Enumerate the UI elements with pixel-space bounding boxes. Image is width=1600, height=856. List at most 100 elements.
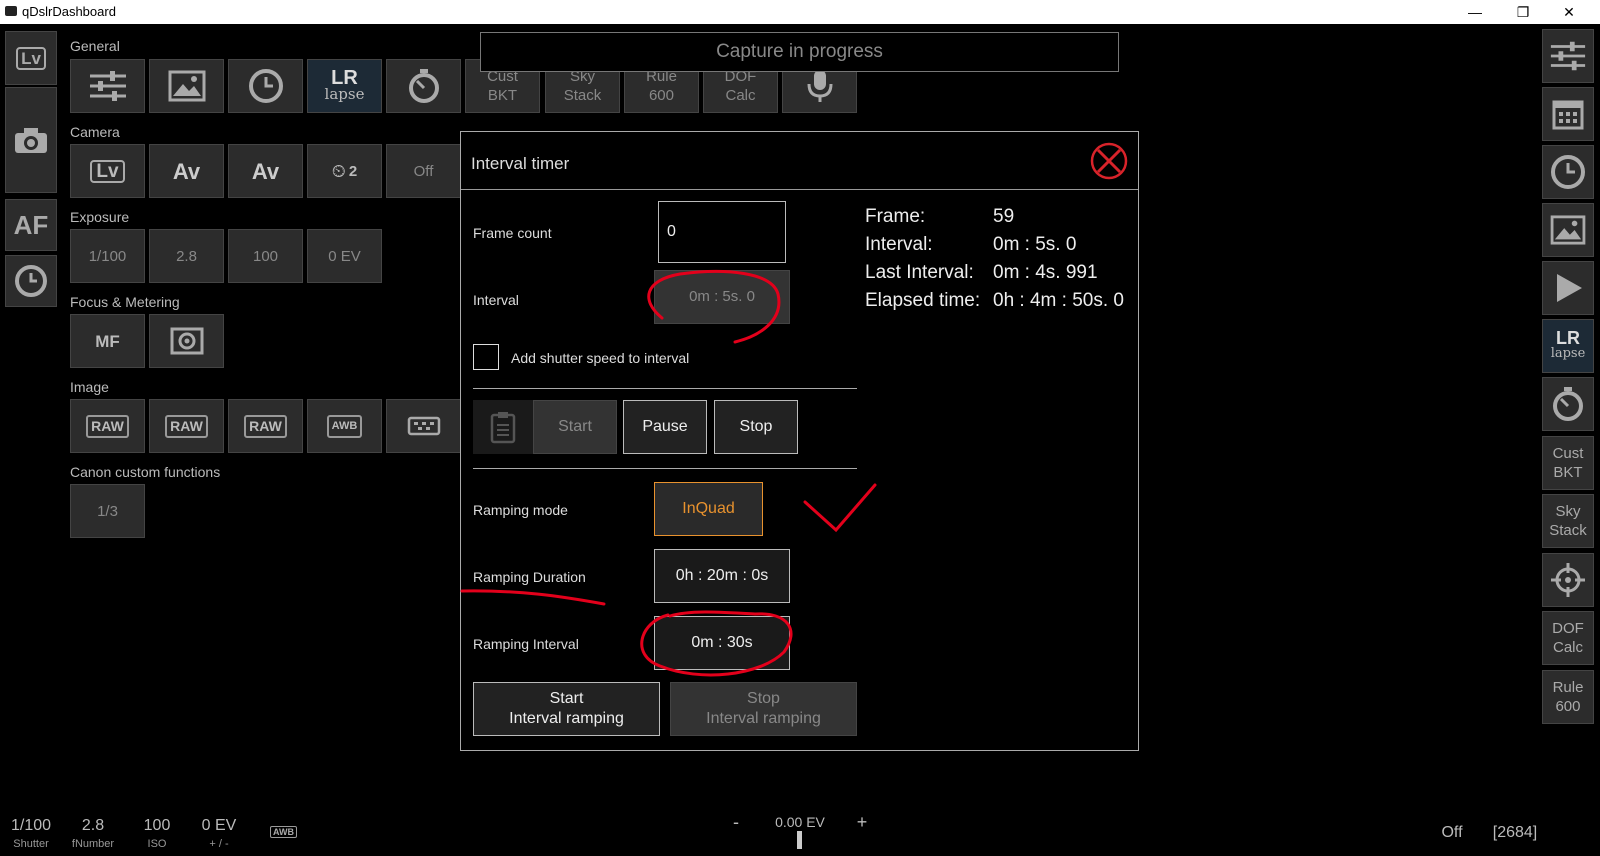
restore-button[interactable]: ❐ <box>1500 0 1546 24</box>
info-last-interval-value: 0m : 4s. 991 <box>993 262 1098 283</box>
crosshair-icon <box>1551 563 1585 597</box>
camera-liveview-button[interactable]: Lv <box>70 144 145 198</box>
interval-value-button[interactable]: 0m : 5s. 0 <box>654 270 790 324</box>
raw-icon: RAW <box>244 414 287 438</box>
image-picture-style-button[interactable] <box>386 399 461 453</box>
rail-focus-target-button[interactable] <box>1542 553 1594 607</box>
ramping-mode-label: Ramping mode <box>473 502 568 518</box>
ev-decrease-button[interactable]: - <box>728 812 744 833</box>
ramping-duration-label: Ramping Duration <box>473 569 586 585</box>
start-button[interactable]: Start <box>533 400 617 454</box>
dialog-title: Interval timer <box>471 154 570 173</box>
rail-af-button[interactable]: AF <box>5 199 57 251</box>
rail-dof-calc-button[interactable]: DOF Calc <box>1542 611 1594 665</box>
image-quality1-button[interactable]: RAW <box>70 399 145 453</box>
rail-sky-stack-button[interactable]: Sky Stack <box>1542 494 1594 548</box>
camera-mode-av-button[interactable]: Av <box>149 144 224 198</box>
general-lrtimelapse-button[interactable]: LR lapse <box>307 59 382 113</box>
general-settings-button[interactable] <box>70 59 145 113</box>
window-title: qDslrDashboard <box>22 4 116 19</box>
rail-cust-bkt-button[interactable]: Cust BKT <box>1542 436 1594 490</box>
section-focus-label: Focus & Metering <box>70 294 180 310</box>
lrtimelapse-logo-text: LR <box>331 67 358 89</box>
stop-button[interactable]: Stop <box>714 400 798 454</box>
rail-lrtimelapse-button[interactable]: LR lapse <box>1542 319 1594 373</box>
ev-compensation-value: 0.00 EV <box>775 814 825 830</box>
ev-increase-button[interactable]: + <box>854 812 870 833</box>
rail-rule-600-button[interactable]: Rule 600 <box>1542 670 1594 724</box>
bottom-fnumber-caption: fNumber <box>71 838 115 850</box>
dialog-close-button[interactable] <box>1090 142 1128 180</box>
camera-off-button[interactable]: Off <box>386 144 461 198</box>
rail-schedule-button[interactable] <box>1542 87 1594 141</box>
interval-label: Interval <box>473 292 519 308</box>
ramping-interval-button[interactable]: 0m : 30s <box>654 616 790 670</box>
focus-mf-button[interactable]: MF <box>70 314 145 368</box>
ev-slider-handle[interactable] <box>797 831 802 849</box>
camera-mode-av2-button[interactable]: Av <box>228 144 303 198</box>
liveview-icon: Lv <box>16 46 46 70</box>
stopwatch-icon <box>408 69 439 103</box>
drive-timer-value: 2 <box>348 162 358 180</box>
clipboard-button[interactable] <box>473 400 533 454</box>
bottom-ev-caption: + / - <box>209 838 229 850</box>
section-camera-label: Camera <box>70 124 120 140</box>
stopwatch-icon <box>1553 387 1583 421</box>
lrtimelapse-logo-text: LR <box>1556 328 1580 348</box>
section-custom-label: Canon custom functions <box>70 464 221 480</box>
start-interval-ramping-button[interactable]: Start Interval ramping <box>473 682 660 736</box>
divider <box>473 468 857 469</box>
play-icon <box>1557 274 1582 302</box>
rail-play-button[interactable] <box>1542 261 1594 315</box>
image-quality2-button[interactable]: RAW <box>149 399 224 453</box>
sliders-icon <box>1550 41 1586 71</box>
rail-gallery-button[interactable] <box>1542 203 1594 257</box>
info-elapsed-value: 0h : 4m : 50s. 0 <box>993 290 1124 311</box>
custom-function-button[interactable]: 1/3 <box>70 484 145 538</box>
exposure-iso-button[interactable]: 100 <box>228 229 303 283</box>
rail-camera-button[interactable] <box>5 87 57 193</box>
add-shutter-checkbox[interactable] <box>473 344 499 370</box>
exposure-ev-button[interactable]: 0 EV <box>307 229 382 283</box>
exposure-shutter-button[interactable]: 1/100 <box>70 229 145 283</box>
capture-status-banner: Capture in progress <box>480 32 1119 72</box>
image-wb-button[interactable]: AWB <box>307 399 382 453</box>
rail-timelapse-button[interactable] <box>1542 145 1594 199</box>
exposure-aperture-button[interactable]: 2.8 <box>149 229 224 283</box>
self-timer-icon: ⏲ <box>331 160 346 181</box>
rail-settings-button[interactable] <box>1542 29 1594 83</box>
rail-timelapse-button[interactable] <box>5 255 57 307</box>
general-timelapse-button[interactable] <box>228 59 303 113</box>
pause-button[interactable]: Pause <box>623 400 707 454</box>
rail-self-timer-button[interactable] <box>1542 377 1594 431</box>
microphone-icon <box>807 70 832 102</box>
section-general-label: General <box>70 38 120 54</box>
general-gallery-button[interactable] <box>149 59 224 113</box>
ramping-mode-button[interactable]: InQuad <box>654 482 763 536</box>
bottom-shots-remaining: [2684] <box>1492 824 1538 841</box>
focus-metering-button[interactable] <box>149 314 224 368</box>
bottom-awb-icon: AWB <box>270 826 297 838</box>
awb-icon: AWB <box>326 414 363 438</box>
image-quality3-button[interactable]: RAW <box>228 399 303 453</box>
picture-style-icon <box>407 416 440 436</box>
frame-count-input[interactable]: 0 <box>658 201 786 263</box>
lrtimelapse-logo-subtext: lapse <box>324 85 365 103</box>
stop-interval-ramping-button[interactable]: Stop Interval ramping <box>670 682 857 736</box>
info-interval-key: Interval: <box>865 234 933 255</box>
image-icon <box>168 70 205 102</box>
rail-liveview-button[interactable]: Lv <box>5 31 57 85</box>
frame-count-label: Frame count <box>473 225 552 241</box>
info-frame-value: 59 <box>993 206 1015 227</box>
window-close-button[interactable]: ✕ <box>1546 0 1592 24</box>
camera-icon <box>15 128 47 153</box>
bottom-shutter-caption: Shutter <box>13 838 49 850</box>
general-self-timer-button[interactable] <box>386 59 461 113</box>
add-shutter-label: Add shutter speed to interval <box>511 350 690 366</box>
app-camera-icon <box>5 6 17 16</box>
raw-icon: RAW <box>86 414 129 438</box>
camera-drive-timer-button[interactable]: ⏲ 2 <box>307 144 382 198</box>
minimize-button[interactable]: — <box>1452 0 1498 24</box>
ramping-duration-button[interactable]: 0h : 20m : 0s <box>654 549 790 603</box>
ramping-interval-label: Ramping Interval <box>473 636 579 652</box>
